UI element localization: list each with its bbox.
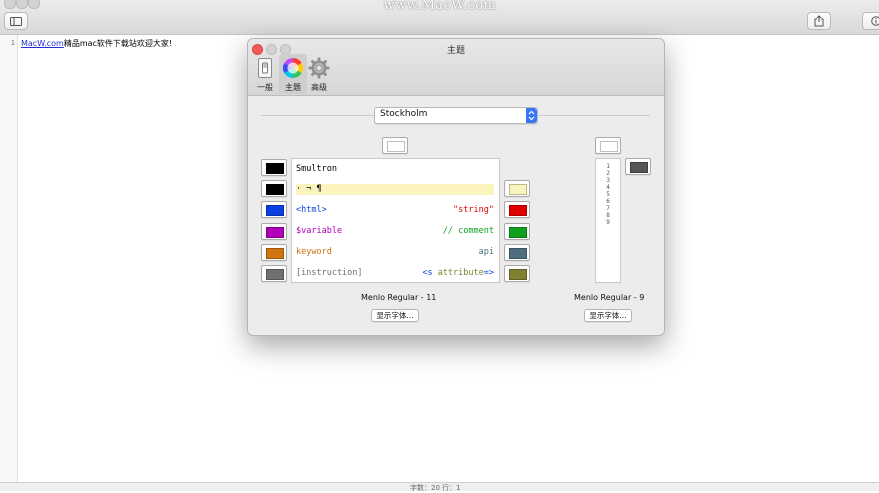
gutter-text-color-well[interactable] xyxy=(625,158,651,175)
color-swatch xyxy=(509,248,527,259)
editor-text: 精品mac软件下载站欢迎大家! xyxy=(63,39,173,48)
window-close-light[interactable] xyxy=(4,0,16,9)
gutter-line-number: 4 xyxy=(606,184,610,191)
line-number: 1 xyxy=(10,39,15,47)
tag-color-well[interactable] xyxy=(261,201,287,218)
light-switch-icon xyxy=(258,58,272,78)
color-swatch xyxy=(509,269,527,280)
preview-row: Smultron xyxy=(296,164,494,175)
color-swatch xyxy=(266,205,284,216)
preview-api: api xyxy=(478,247,494,257)
show-gutter-fonts-button[interactable]: 显示字体... xyxy=(584,309,632,322)
selection-color-well[interactable] xyxy=(504,180,530,197)
preview-attr-open: <s xyxy=(422,268,438,278)
comment-color-well[interactable] xyxy=(504,223,530,240)
text-color-well[interactable] xyxy=(261,159,287,176)
api-color-well[interactable] xyxy=(504,244,530,261)
main-window-toolbar: www.MacW.com xyxy=(0,0,879,35)
editor-gutter xyxy=(0,35,18,482)
invisibles-color-well[interactable] xyxy=(261,180,287,197)
info-icon xyxy=(871,16,879,26)
preview-invisibles: · ¬ ¶ xyxy=(296,184,322,194)
tab-advanced-label: 高级 xyxy=(311,83,327,92)
window-zoom-light[interactable] xyxy=(28,0,40,9)
gutter-line-number: 1 xyxy=(606,163,610,170)
share-icon xyxy=(814,15,824,27)
gutter-line-number: 9 xyxy=(606,219,610,226)
tab-advanced[interactable]: 高级 xyxy=(305,54,333,94)
theme-select-value: Stockholm xyxy=(380,109,428,119)
color-swatch xyxy=(266,269,284,280)
separator xyxy=(537,115,650,116)
color-swatch xyxy=(509,184,527,195)
preview-row: [instruction] <s attribute=> xyxy=(296,268,494,279)
editor-font-label: Menlo Regular - 11 xyxy=(361,293,437,302)
gutter-line-number: 5 xyxy=(606,191,610,198)
updown-chevron-icon xyxy=(526,108,537,123)
status-text: 字数：20 行：1 xyxy=(410,484,461,492)
preview-attr-close: => xyxy=(483,268,494,278)
tab-themes[interactable]: 主题 xyxy=(279,54,307,94)
gutter-line-number: 6 xyxy=(606,198,610,205)
color-swatch xyxy=(387,141,405,152)
preview-tag: <html> xyxy=(296,205,327,215)
color-swatch xyxy=(630,162,648,173)
show-editor-fonts-button[interactable]: 显示字体... xyxy=(371,309,419,322)
preview-attribute-group: <s attribute=> xyxy=(422,268,494,278)
theme-select[interactable]: Stockholm xyxy=(374,107,538,124)
preview-keyword: keyword xyxy=(296,247,332,257)
string-color-well[interactable] xyxy=(504,201,530,218)
preview-text: Smultron xyxy=(296,164,337,174)
gear-icon xyxy=(308,57,330,79)
sidebar-icon xyxy=(10,16,22,26)
preferences-window: 主题 一般 主题 高级 Stockholm Smultron · ¬ ¶ <ht… xyxy=(247,38,665,336)
share-button[interactable] xyxy=(807,12,831,30)
preview-string: "string" xyxy=(453,205,494,215)
color-swatch xyxy=(509,227,527,238)
watermark: www.MacW.com xyxy=(383,0,497,13)
editor-link[interactable]: MacW.com xyxy=(21,39,64,48)
attribute-color-well[interactable] xyxy=(504,265,530,282)
theme-preview: Smultron · ¬ ¶ <html> "string" $variable… xyxy=(291,158,500,283)
color-swatch xyxy=(509,205,527,216)
preview-variable: $variable xyxy=(296,226,343,236)
color-swatch xyxy=(266,184,284,195)
preview-instruction: [instruction] xyxy=(296,268,363,278)
tab-general[interactable]: 一般 xyxy=(251,54,279,94)
preview-row: keyword api xyxy=(296,247,494,258)
color-swatch xyxy=(600,141,618,152)
gutter-background-color-well[interactable] xyxy=(595,137,621,154)
gutter-line-number: 8 xyxy=(606,212,610,219)
instruction-color-well[interactable] xyxy=(261,265,287,282)
info-button[interactable] xyxy=(862,12,879,30)
gutter-line-number: 7 xyxy=(606,205,610,212)
color-wheel-icon xyxy=(283,58,303,78)
gutter-line-number: 3 xyxy=(606,177,610,184)
tab-general-label: 一般 xyxy=(257,83,273,92)
background-color-well[interactable] xyxy=(382,137,408,154)
preview-row: $variable // comment xyxy=(296,226,494,237)
variable-color-well[interactable] xyxy=(261,223,287,240)
gutter-line-number: 2 xyxy=(606,170,610,177)
color-swatch xyxy=(266,163,284,174)
preferences-titlebar: 主题 一般 主题 高级 xyxy=(248,39,664,96)
window-minimize-light[interactable] xyxy=(16,0,28,9)
preview-selection-row: · ¬ ¶ xyxy=(296,184,494,195)
separator xyxy=(261,115,374,116)
tab-themes-label: 主题 xyxy=(285,83,301,92)
color-swatch xyxy=(266,227,284,238)
editor-text-line[interactable]: MacW.com精品mac软件下载站欢迎大家! xyxy=(21,38,172,49)
preview-attribute: attribute xyxy=(437,268,484,278)
preview-row: <html> "string" xyxy=(296,205,494,216)
gutter-preview: 123456789 xyxy=(595,158,621,283)
gutter-font-label: Menlo Regular - 9 xyxy=(574,293,645,302)
preview-comment: // comment xyxy=(442,226,494,236)
sidebar-toggle-button[interactable] xyxy=(4,12,28,30)
color-swatch xyxy=(266,248,284,259)
keyword-color-well[interactable] xyxy=(261,244,287,261)
